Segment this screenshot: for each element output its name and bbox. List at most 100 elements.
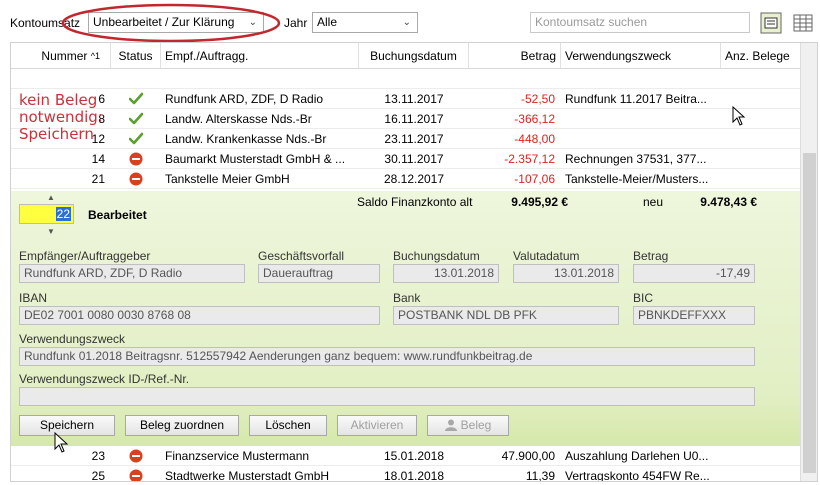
cell-nummer: 14 (91, 152, 105, 166)
cell-empf: Rundfunk ARD, ZDF, D Radio (165, 92, 324, 106)
cell-status (129, 446, 149, 466)
verwendungszweck-id-label: Verwendungszweck ID-/Ref.-Nr. (19, 372, 190, 386)
annotation-line-2: notwendig: (19, 108, 103, 126)
no-entry-icon (129, 469, 143, 481)
empf-field[interactable]: Rundfunk ARD, ZDF, D Radio (19, 264, 245, 283)
cell-datum: 15.01.2018 (383, 449, 445, 463)
arrow-down-icon[interactable]: ▼ (47, 227, 55, 236)
table-row[interactable]: 12 Landw. Krankenkasse Nds.-Br 23.11.2017-… (11, 129, 801, 149)
cell-status (129, 89, 149, 109)
saldo-neu-value: 9.478,43 € (700, 195, 757, 209)
geschaeftsvorfall-field[interactable]: Dauerauftrag (258, 264, 380, 283)
saldo-alt-value: 9.495,92 € (511, 195, 568, 209)
table-row[interactable]: 23 Finanzservice Mustermann 15.01.2018 47.9… (11, 446, 801, 466)
bank-field[interactable]: POSTBANK NDL DB PFK (393, 306, 619, 325)
table-header: Nummer ^1 Status Empf./Auftragg. Buchung… (11, 43, 801, 69)
cell-zweck: Rundfunk 11.2017 Beitra... (565, 92, 707, 106)
no-entry-icon (129, 152, 143, 166)
table-row[interactable]: 8 Landw. Alterskasse Nds.-Br 16.11.2017 -36… (11, 109, 801, 129)
column-belege[interactable]: Anz. Belege (721, 43, 801, 69)
column-nummer[interactable]: Nummer ^1 (11, 43, 111, 69)
verwendungszweck-label: Verwendungszweck (19, 332, 126, 346)
cell-empf: Landw. Krankenkasse Nds.-Br (165, 132, 327, 146)
beleg-button[interactable]: Beleg (427, 415, 509, 436)
loeschen-button[interactable]: Löschen (249, 415, 327, 436)
buchungsdatum-field[interactable]: 13.01.2018 (393, 264, 499, 283)
cell-datum: 28.12.2017 (383, 172, 445, 186)
betrag-label: Betrag (633, 249, 669, 263)
cell-betrag: 11,39 (525, 469, 555, 482)
cell-zweck (565, 129, 719, 149)
checkmark-icon (129, 132, 144, 145)
checkmark-icon (129, 92, 144, 105)
column-betrag[interactable]: Betrag (469, 43, 561, 69)
table-row[interactable]: 6 Rundfunk ARD, ZDF, D Radio 13.11.2017 -52… (11, 89, 801, 109)
betrag-field[interactable]: -17,49 (633, 264, 755, 283)
table-view-icon[interactable] (792, 12, 814, 34)
verwendungszweck-field[interactable]: Rundfunk 01.2018 Beitragsnr. 512557942 A… (19, 347, 755, 366)
no-entry-icon (129, 449, 143, 463)
cell-empf: Baumarkt Musterstadt GmbH & ... (165, 152, 346, 166)
cell-status (129, 169, 149, 189)
buchungsdatum-label: Buchungsdatum (393, 249, 480, 263)
cell-betrag: -2.357,12 (504, 152, 555, 166)
aktivieren-button[interactable]: Aktivieren (337, 415, 417, 436)
saldo-alt-label: Saldo Finanzkonto alt (357, 195, 473, 209)
mouse-pointer-icon (732, 106, 746, 126)
annotation-note: kein Beleg notwendig: Speichern (19, 93, 103, 142)
saldo-neu-label: neu (643, 195, 664, 209)
no-entry-icon (129, 172, 143, 186)
table-row[interactable] (11, 69, 801, 89)
column-datum[interactable]: Buchungsdatum (359, 43, 469, 69)
cell-status (129, 466, 149, 481)
cell-nummer: 25 (91, 469, 105, 482)
column-nummer-label: Nummer (41, 49, 88, 63)
geschaeftsvorfall-label: Geschäftsvorfall (258, 249, 345, 263)
beleg-zuordnen-button[interactable]: Beleg zuordnen (125, 415, 239, 436)
table-row[interactable]: 25 Stadtwerke Musterstadt GmbH 18.01.2018 1… (11, 466, 801, 482)
search-input[interactable]: Kontoumsatz suchen (530, 12, 750, 33)
bank-label: Bank (393, 291, 421, 305)
highlight-ellipse (61, 3, 281, 43)
person-icon (444, 419, 457, 431)
table-row[interactable]: 21 Tankstelle Meier GmbH 28.12.2017 -107,06… (11, 169, 801, 189)
column-zweck[interactable]: Verwendungszweck (561, 43, 721, 69)
arrow-up-icon[interactable]: ▲ (47, 193, 55, 202)
table-row[interactable]: 14 Baumarkt Musterstadt GmbH & ... 30.11.2… (11, 149, 801, 169)
mouse-pointer-icon (54, 432, 69, 453)
detail-view-icon[interactable] (760, 12, 782, 34)
cell-status (129, 109, 149, 129)
chevron-down-icon: ⌄ (402, 17, 411, 28)
jahr-select[interactable]: Alle ⌄ (312, 12, 418, 33)
number-value: 22 (55, 207, 71, 221)
valutadatum-label: Valutadatum (513, 249, 580, 263)
number-field[interactable]: 22 (19, 204, 74, 224)
iban-field[interactable]: DE02 7001 0080 0030 8768 08 (19, 306, 380, 325)
column-status[interactable]: Status (111, 43, 161, 69)
iban-label: IBAN (19, 291, 48, 305)
status-label: Bearbeitet (88, 208, 147, 222)
checkmark-icon (129, 112, 144, 125)
column-empf[interactable]: Empf./Auftragg. (161, 43, 359, 69)
bic-label: BIC (633, 291, 654, 305)
cell-betrag: 47.900,00 (501, 449, 555, 463)
bic-field[interactable]: PBNKDEFFXXX (633, 306, 755, 325)
cell-datum: 30.11.2017 (384, 152, 444, 166)
cell-status (129, 149, 149, 169)
annotation-line-3: Speichern (19, 125, 94, 143)
cell-zweck (565, 109, 719, 129)
beleg-button-label: Beleg (460, 418, 492, 432)
jahr-value: Alle (317, 15, 338, 29)
cell-datum: 18.01.2018 (383, 469, 445, 482)
valutadatum-field[interactable]: 13.01.2018 (513, 264, 619, 283)
scrollbar-thumb[interactable] (803, 153, 816, 473)
cell-betrag: -107,06 (514, 172, 555, 186)
cell-status (129, 129, 149, 149)
verwendungszweck-id-field[interactable] (19, 387, 755, 406)
cell-zweck: Vertragskonto 454FW Re... (565, 469, 710, 482)
vertical-scrollbar[interactable] (800, 43, 817, 481)
jahr-label: Jahr (284, 16, 308, 30)
transactions-table: Nummer ^1 Status Empf./Auftragg. Buchung… (10, 42, 818, 482)
edit-panel: ▲ 22 ▼ Bearbeitet Saldo Finanzkonto alt … (11, 191, 801, 446)
cell-empf: Tankstelle Meier GmbH (165, 172, 290, 186)
